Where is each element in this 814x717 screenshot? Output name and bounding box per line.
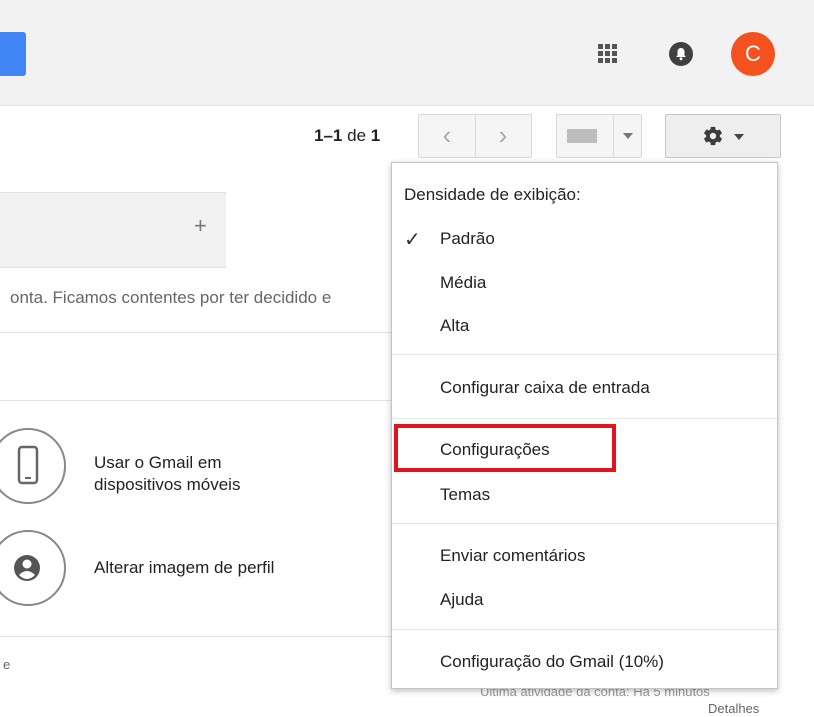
chevron-left-icon: ‹	[442, 120, 452, 150]
chevron-right-icon: ›	[498, 120, 508, 150]
keyboard-icon	[567, 129, 597, 143]
divider	[0, 332, 392, 333]
pager-total: 1	[370, 126, 381, 145]
pager-range: 1–1	[314, 126, 343, 145]
newer-button[interactable]: ›	[475, 115, 531, 157]
pager-count: 1–1 de 1	[314, 126, 380, 146]
setup-mobile-line2: dispositivos móveis	[94, 475, 241, 494]
category-tabs: +	[0, 192, 226, 268]
menu-item-gmail-setup[interactable]: Configuração do Gmail (10%)	[440, 652, 664, 672]
menu-divider	[392, 629, 777, 630]
density-title: Densidade de exibição:	[404, 185, 581, 204]
input-tools-button[interactable]	[556, 114, 642, 158]
settings-caret-icon	[734, 134, 744, 140]
divider	[0, 400, 392, 401]
settings-button[interactable]	[665, 114, 781, 158]
setup-mobile-label[interactable]: Usar o Gmail em dispositivos móveis	[94, 452, 240, 496]
setup-profile-label[interactable]: Alterar imagem de perfil	[94, 557, 274, 579]
check-icon: ✓	[404, 229, 421, 251]
input-tools-divider	[613, 115, 614, 157]
top-header: C	[0, 0, 814, 106]
chevron-down-icon[interactable]	[623, 133, 633, 139]
menu-item-density-default[interactable]: Padrão	[440, 229, 495, 249]
menu-item-configure-inbox[interactable]: Configurar caixa de entrada	[440, 378, 650, 398]
notifications-bell-icon[interactable]	[669, 42, 693, 66]
setup-mobile-line1: Usar o Gmail em	[94, 453, 222, 472]
pager-nav: ‹ ›	[418, 114, 532, 158]
apps-grid-icon[interactable]	[598, 44, 618, 64]
menu-item-help[interactable]: Ajuda	[440, 590, 483, 610]
pager-of: de	[347, 126, 367, 145]
menu-item-themes[interactable]: Temas	[440, 485, 490, 505]
older-button[interactable]: ‹	[419, 115, 476, 157]
add-tab-button[interactable]: +	[194, 213, 207, 239]
menu-divider	[392, 354, 777, 355]
divider	[0, 636, 392, 637]
gear-icon	[704, 126, 722, 146]
menu-item-density-medium[interactable]: Média	[440, 273, 486, 293]
phone-icon[interactable]	[0, 428, 66, 504]
account-avatar[interactable]: C	[731, 32, 775, 76]
menu-divider	[392, 418, 777, 419]
footer-fragment: e	[3, 657, 11, 672]
settings-highlight-box	[394, 424, 616, 472]
person-icon[interactable]	[0, 530, 66, 606]
search-button[interactable]	[0, 32, 26, 76]
message-snippet[interactable]: onta. Ficamos contentes por ter decidido…	[10, 288, 392, 308]
menu-divider	[392, 523, 777, 524]
menu-item-density-high[interactable]: Alta	[440, 316, 469, 336]
details-link[interactable]: Detalhes	[708, 701, 759, 716]
menu-item-send-feedback[interactable]: Enviar comentários	[440, 546, 586, 566]
